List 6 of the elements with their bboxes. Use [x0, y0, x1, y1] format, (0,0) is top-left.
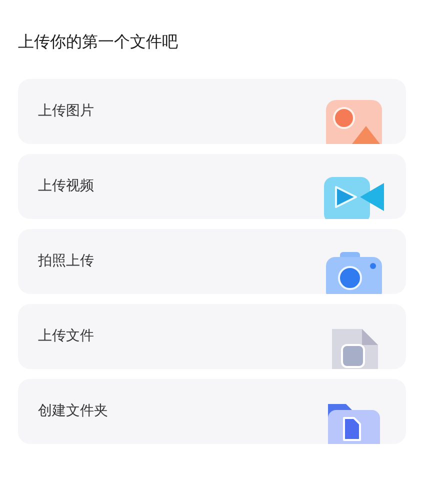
- upload-option[interactable]: 拍照上传: [18, 229, 406, 294]
- upload-option[interactable]: 上传视频: [18, 154, 406, 219]
- upload-option[interactable]: 创建文件夹: [18, 379, 406, 444]
- upload-option[interactable]: 上传文件: [18, 304, 406, 369]
- page-title: 上传你的第一个文件吧: [18, 31, 179, 53]
- upload-option[interactable]: 上传图片: [18, 79, 406, 144]
